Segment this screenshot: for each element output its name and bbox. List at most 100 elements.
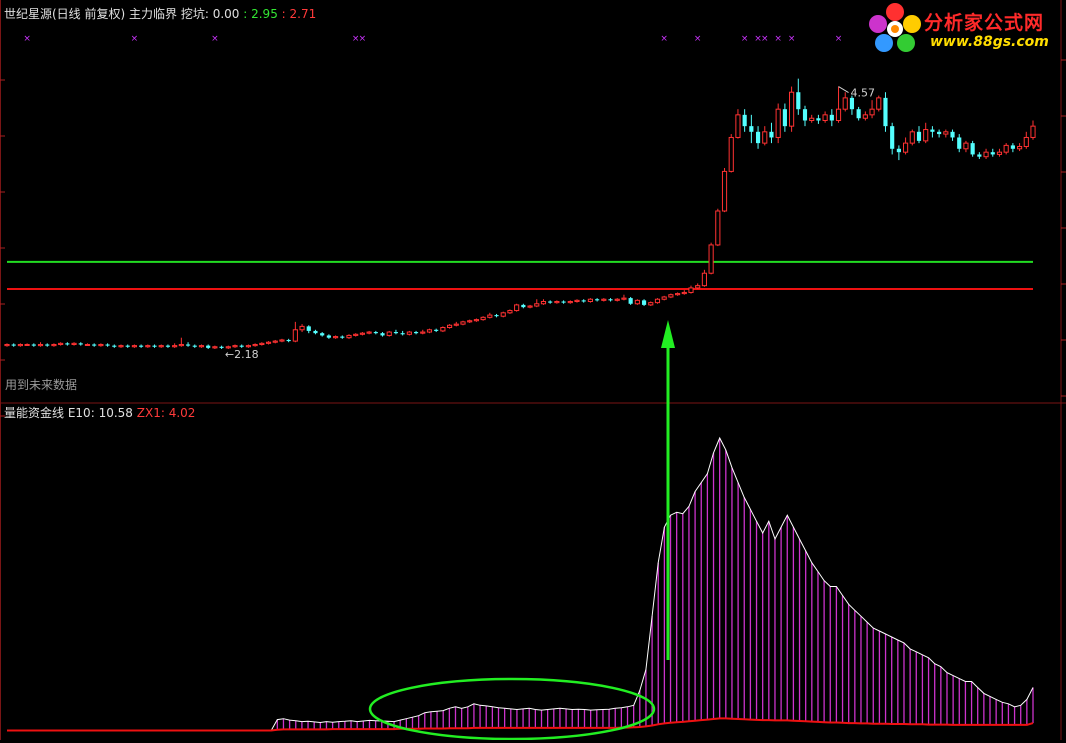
candle-body bbox=[587, 298, 593, 302]
candle-body bbox=[252, 343, 258, 347]
candlestick bbox=[406, 330, 412, 336]
breakout-arrow bbox=[661, 320, 675, 660]
candle-body bbox=[467, 320, 473, 323]
candle-body bbox=[983, 151, 989, 158]
candlestick bbox=[688, 285, 694, 294]
candlestick bbox=[661, 295, 667, 301]
candlestick bbox=[453, 321, 459, 327]
candle-body bbox=[561, 301, 566, 303]
candle-body bbox=[306, 326, 311, 331]
candlestick bbox=[178, 337, 184, 347]
logo-url: www.88gs.com bbox=[930, 34, 1049, 50]
candle-body bbox=[574, 299, 580, 302]
candlestick bbox=[527, 304, 533, 309]
candle-body bbox=[567, 301, 573, 304]
candlestick bbox=[708, 242, 714, 275]
candle-body bbox=[58, 342, 64, 345]
candlestick bbox=[970, 140, 975, 157]
candle-body bbox=[937, 131, 942, 135]
candle-body bbox=[286, 339, 291, 342]
candle-body bbox=[51, 343, 57, 347]
candlestick bbox=[742, 109, 747, 132]
candle-body bbox=[406, 331, 412, 335]
candlestick bbox=[816, 114, 821, 124]
candle-body bbox=[400, 333, 405, 335]
candlestick bbox=[306, 325, 311, 334]
candlestick bbox=[192, 344, 197, 348]
candle-body bbox=[775, 108, 781, 138]
candle-body bbox=[447, 324, 453, 329]
candlestick bbox=[145, 344, 151, 348]
candle-body bbox=[460, 321, 466, 325]
candlestick bbox=[930, 126, 935, 138]
candlestick bbox=[98, 343, 104, 347]
candlestick bbox=[769, 122, 774, 144]
candlestick bbox=[326, 334, 331, 339]
candlestick bbox=[1023, 131, 1029, 149]
candle-body bbox=[883, 97, 888, 127]
candle-body bbox=[232, 345, 238, 348]
candlestick bbox=[601, 298, 607, 302]
candlestick bbox=[681, 290, 687, 295]
candlestick bbox=[668, 293, 674, 299]
candlestick bbox=[1003, 143, 1009, 155]
candlestick bbox=[802, 105, 808, 127]
candlestick bbox=[628, 296, 633, 305]
candle-body bbox=[648, 302, 654, 306]
candle-body bbox=[165, 345, 171, 347]
chart-canvas: ×××××××××××××× ←2.184.57 bbox=[0, 0, 1066, 741]
candlestick bbox=[158, 344, 164, 348]
candle-body bbox=[749, 126, 754, 132]
candlestick bbox=[494, 313, 499, 318]
candlestick bbox=[876, 95, 882, 112]
candlestick bbox=[534, 299, 540, 308]
future-data-label: 用到未来数据 bbox=[5, 378, 78, 392]
candle-body bbox=[386, 331, 392, 336]
candle-body bbox=[708, 244, 714, 274]
candlestick bbox=[775, 103, 781, 144]
candlestick bbox=[749, 114, 754, 144]
candle-body bbox=[206, 345, 211, 348]
red-line-value: : 2.71 bbox=[281, 7, 317, 21]
high-price-label: 4.57 bbox=[851, 87, 876, 100]
candle-body bbox=[842, 97, 848, 110]
candle-body bbox=[17, 343, 23, 347]
candle-body bbox=[500, 312, 506, 317]
candle-body bbox=[393, 332, 399, 334]
candlestick bbox=[903, 137, 909, 155]
candle-body bbox=[701, 272, 707, 287]
candle-body bbox=[1023, 136, 1029, 148]
candle-body bbox=[835, 108, 842, 121]
candle-body bbox=[340, 336, 345, 338]
candle-body bbox=[728, 136, 734, 172]
candle-body bbox=[849, 97, 855, 110]
candle-body bbox=[480, 316, 486, 321]
candlestick bbox=[1017, 143, 1023, 152]
candlestick bbox=[165, 344, 171, 348]
candle-body bbox=[554, 301, 560, 304]
candlestick bbox=[112, 344, 117, 348]
candle-body bbox=[581, 300, 586, 302]
candle-body bbox=[494, 315, 499, 317]
candle-body bbox=[158, 345, 164, 348]
candle-body bbox=[37, 343, 44, 347]
candle-body bbox=[353, 333, 359, 336]
candlestick bbox=[1030, 120, 1036, 140]
candlestick bbox=[31, 343, 36, 347]
candlestick bbox=[393, 329, 399, 335]
candlestick bbox=[842, 92, 848, 112]
candlestick bbox=[869, 100, 875, 119]
candlestick bbox=[728, 134, 734, 173]
candle-body bbox=[829, 114, 834, 121]
candle-body bbox=[601, 298, 607, 301]
candle-body bbox=[802, 109, 808, 121]
candle-body bbox=[950, 131, 955, 138]
candle-body bbox=[540, 301, 547, 305]
candle-body bbox=[473, 319, 479, 322]
low-price-label: ←2.18 bbox=[225, 348, 259, 361]
candle-body bbox=[4, 343, 10, 347]
candle-body bbox=[742, 114, 747, 127]
candle-body bbox=[152, 345, 157, 347]
candlestick bbox=[118, 344, 124, 348]
candle-body bbox=[45, 344, 50, 346]
